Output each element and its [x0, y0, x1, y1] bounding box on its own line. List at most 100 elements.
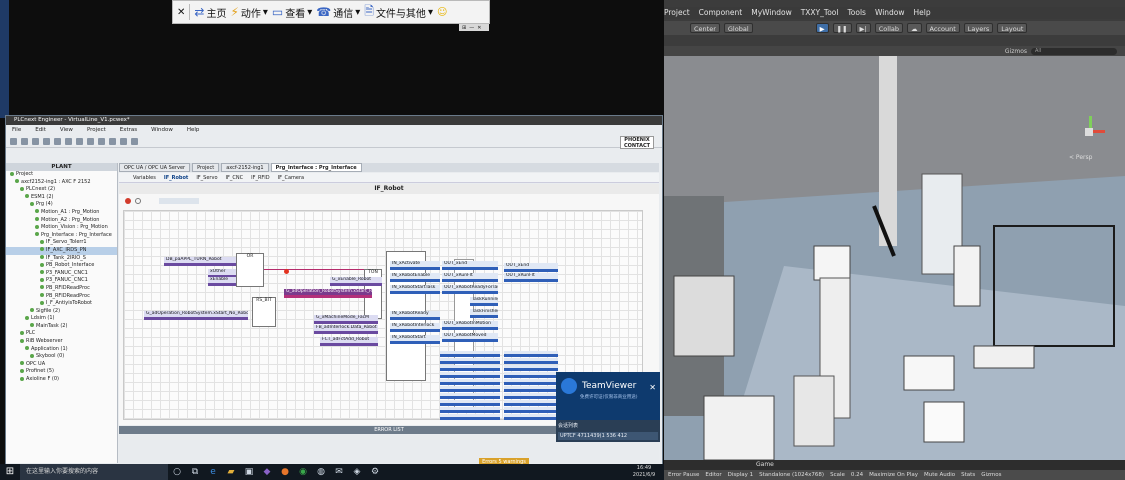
- output-variable[interactable]: [440, 393, 500, 399]
- scene-gizmo[interactable]: < Persp: [1069, 116, 1113, 176]
- var-out-8[interactable]: OUT_xEnd: [504, 263, 558, 272]
- tab-axcf[interactable]: axcf-2152-ing1: [221, 163, 269, 172]
- plant-tree-item[interactable]: Motion_A1 : Prg_Motion: [6, 209, 117, 217]
- rs-bit-block[interactable]: RS_BIT: [252, 297, 276, 327]
- files-menu[interactable]: 🗎 文件与其他 ▾: [364, 2, 433, 23]
- menu-window[interactable]: Window: [151, 126, 173, 135]
- cloud-icon[interactable]: ☁: [907, 23, 922, 33]
- collab-button[interactable]: Collab: [874, 23, 903, 33]
- plant-tree-item[interactable]: Sigfile (2): [6, 308, 117, 316]
- output-variable[interactable]: [504, 379, 558, 385]
- taskbar-search[interactable]: 在这里输入你要搜索的内容: [20, 464, 168, 480]
- plant-tree-item[interactable]: IF_AXC_IRDS_PN: [6, 246, 117, 255]
- plant-tree-item[interactable]: Profinet (5): [6, 368, 117, 376]
- var-right-6[interactable]: IN_xRobotStart: [390, 335, 440, 344]
- tab-project[interactable]: Project: [192, 163, 220, 172]
- app-icon[interactable]: ▣: [240, 464, 258, 480]
- zoom-controls[interactable]: [159, 198, 199, 204]
- close-mini-icon[interactable]: ✕: [477, 25, 481, 31]
- maximize-on-play-toggle[interactable]: Maximize On Play: [869, 472, 918, 478]
- app3-icon[interactable]: ✉: [330, 464, 348, 480]
- session-list[interactable]: 会话列表 UPTCF 4711439(1 536 412: [556, 420, 660, 442]
- stop-icon[interactable]: [125, 198, 131, 204]
- plant-tree-item[interactable]: PLC: [6, 330, 117, 338]
- var-mid-4[interactable]: FB_adInterlock.Data_Robot: [314, 325, 378, 334]
- open-icon[interactable]: [21, 138, 28, 145]
- var-right-5[interactable]: IN_xRobotInterlock: [390, 323, 440, 332]
- plant-tree-item[interactable]: MainTask (2): [6, 323, 117, 331]
- unity-icon[interactable]: ◈: [348, 464, 366, 480]
- minimize-icon[interactable]: —: [469, 25, 474, 31]
- plant-tree-item[interactable]: Application (1): [6, 346, 117, 354]
- var-out-1[interactable]: OUT_xEnd: [442, 261, 498, 270]
- unity-menu-window[interactable]: Window: [875, 7, 905, 19]
- subtab-if-robot[interactable]: IF_Robot: [164, 173, 188, 182]
- plant-tree-item[interactable]: IF_Tank_2IRIO_S: [6, 255, 117, 263]
- output-variable[interactable]: [504, 372, 558, 378]
- scale-value[interactable]: 0.24: [851, 472, 863, 478]
- subtab-if-camera[interactable]: IF_Camera: [278, 173, 304, 182]
- task-view-icon[interactable]: ⧉: [186, 464, 204, 480]
- plant-tree-item[interactable]: PB_RFIDReadProc: [6, 285, 117, 293]
- game-tab[interactable]: Game: [664, 460, 1125, 470]
- new-icon[interactable]: [10, 138, 17, 145]
- var-out-5[interactable]: TaskFinished: [470, 309, 498, 318]
- unity-menu-mywindow[interactable]: MyWindow: [751, 7, 791, 19]
- vs-icon[interactable]: ◆: [258, 464, 276, 480]
- plant-tree-item[interactable]: P3_FANUC_CNC1: [6, 277, 117, 285]
- output-variable[interactable]: [440, 365, 500, 371]
- cut-icon[interactable]: [54, 138, 61, 145]
- var-right-4[interactable]: IN_xRobotReady: [390, 311, 440, 320]
- plant-tree-item[interactable]: PB_Robot_Interface: [6, 262, 117, 270]
- output-variable[interactable]: [440, 358, 500, 364]
- mute-audio-toggle[interactable]: Mute Audio: [924, 472, 955, 478]
- plant-tree-item[interactable]: PLCnext (2): [6, 186, 117, 194]
- var-out-2[interactable]: OUT_xRunFlt: [442, 273, 498, 282]
- display-dropdown[interactable]: Display 1: [728, 472, 754, 478]
- plant-tree-item[interactable]: Motion_A2 : Prg_Motion: [6, 217, 117, 225]
- save-all-icon[interactable]: [43, 138, 50, 145]
- plant-tree-item[interactable]: RiB Webserver: [6, 338, 117, 346]
- plant-tree-item[interactable]: Prg (4): [6, 201, 117, 209]
- menu-view[interactable]: View: [60, 126, 73, 135]
- subtab-variables[interactable]: Variables: [133, 173, 156, 182]
- var-out-3[interactable]: OUT_xRobotReadyForTask: [442, 285, 498, 294]
- var-out-7[interactable]: OUT_xRobotMoved: [442, 333, 498, 342]
- var-right-3[interactable]: IN_xRobotStartTask: [390, 285, 440, 294]
- menu-file[interactable]: File: [12, 126, 21, 135]
- account-button[interactable]: Account: [925, 23, 960, 33]
- close-button[interactable]: ✕: [177, 7, 185, 18]
- output-variable[interactable]: [504, 414, 558, 420]
- undo-icon[interactable]: [87, 138, 94, 145]
- var-mid-1[interactable]: G_xEnable_Robot: [330, 277, 382, 286]
- var-mid-2[interactable]: G_adOperation_RobotSystem.xStart_Robot: [284, 289, 372, 298]
- teamviewer-popup[interactable]: TeamViewer 免费许可证(仅限非商业用途) ✕: [556, 372, 660, 420]
- global-button[interactable]: Global: [723, 23, 753, 33]
- build-icon[interactable]: [109, 138, 116, 145]
- editor-dropdown[interactable]: Editor: [705, 472, 721, 478]
- taskbar-clock[interactable]: 16:49 2021/6/9: [624, 465, 664, 479]
- output-variable[interactable]: [440, 400, 500, 406]
- var-mid-3[interactable]: G_xMachineMode_FacM: [314, 315, 378, 324]
- app4-icon[interactable]: ⚙: [366, 464, 384, 480]
- output-variable[interactable]: [504, 407, 558, 413]
- chrome-icon[interactable]: ◉: [294, 464, 312, 480]
- output-variable[interactable]: [440, 414, 500, 420]
- edge-icon[interactable]: e: [204, 464, 222, 480]
- explorer-icon[interactable]: ▰: [222, 464, 240, 480]
- step-button[interactable]: ▶|: [855, 23, 871, 33]
- feedback-smiley-icon[interactable]: ☺: [437, 7, 447, 18]
- output-variable[interactable]: [440, 407, 500, 413]
- record-icon[interactable]: [135, 198, 141, 204]
- unity-menu-tools[interactable]: Tools: [847, 7, 865, 19]
- scene-view[interactable]: < Persp: [664, 56, 1125, 460]
- var-right-1[interactable]: IN_xActivate: [390, 261, 440, 270]
- or-block[interactable]: OR: [236, 253, 264, 287]
- close-icon[interactable]: ✕: [649, 383, 656, 392]
- output-variable[interactable]: [440, 351, 500, 357]
- tab-opcua[interactable]: OPC UA / OPC UA Server: [119, 163, 191, 172]
- unity-menu-txxy[interactable]: TXXY_Tool: [801, 7, 839, 19]
- debug-icon[interactable]: [131, 138, 138, 145]
- unity-menu-component[interactable]: Component: [699, 7, 743, 19]
- var-left-4[interactable]: G_adOperation_RobotSystem.xStart_No_Robo…: [144, 311, 248, 320]
